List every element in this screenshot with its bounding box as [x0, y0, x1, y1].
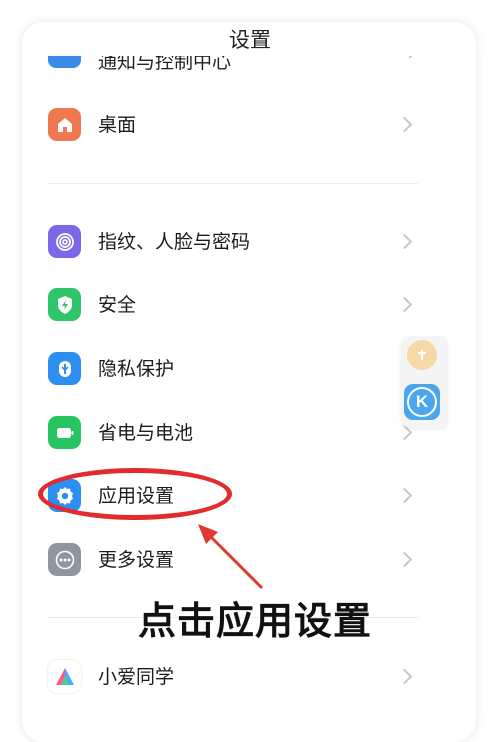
- k-app-icon[interactable]: K: [404, 384, 440, 420]
- settings-item-privacy[interactable]: 隐私保护: [48, 349, 420, 389]
- pin-icon[interactable]: [407, 340, 437, 370]
- chevron-right-icon: [396, 668, 413, 685]
- chevron-right-icon: [396, 233, 413, 250]
- chevron-right-icon: [401, 56, 418, 59]
- page-title: 设置: [229, 28, 271, 52]
- k-letter: K: [407, 387, 437, 417]
- settings-item-label: 桌面: [98, 114, 137, 136]
- fingerprint-icon: [48, 225, 81, 258]
- privacy-icon: [48, 352, 81, 385]
- settings-item-label: 指纹、人脸与密码: [98, 231, 251, 253]
- home-icon: [48, 108, 81, 141]
- highlight-ellipse: [38, 468, 232, 520]
- chevron-right-icon: [396, 551, 413, 568]
- settings-item-desktop[interactable]: 桌面: [48, 105, 420, 145]
- settings-item-label: 省电与电池: [98, 422, 194, 444]
- settings-item-battery[interactable]: 省电与电池: [48, 413, 420, 453]
- settings-item-notifications-partial[interactable]: 通知与控制中心: [48, 56, 418, 74]
- shield-lightning-icon: [48, 288, 81, 321]
- notification-icon: [48, 56, 81, 68]
- settings-item-label: 安全: [98, 294, 137, 316]
- settings-item-label: 隐私保护: [98, 358, 175, 380]
- settings-item-label: 通知与控制中心: [98, 56, 232, 73]
- settings-item-fingerprint[interactable]: 指纹、人脸与密码: [48, 222, 420, 262]
- battery-icon: [48, 416, 81, 449]
- annotation-caption: 点击应用设置: [138, 599, 373, 643]
- chevron-right-icon: [396, 296, 413, 313]
- chevron-right-icon: [396, 487, 413, 504]
- section-divider: [48, 183, 418, 184]
- settings-item-label: 更多设置: [98, 549, 175, 571]
- settings-item-xiaoai[interactable]: 小爱同学: [48, 657, 420, 697]
- xiaoai-icon: [48, 660, 81, 693]
- more-dots-icon: [48, 543, 81, 576]
- settings-item-label: 小爱同学: [98, 666, 175, 688]
- floating-ball[interactable]: K: [402, 338, 446, 428]
- chevron-right-icon: [396, 116, 413, 133]
- settings-item-security[interactable]: 安全: [48, 285, 420, 325]
- settings-item-more-settings[interactable]: 更多设置: [48, 540, 420, 580]
